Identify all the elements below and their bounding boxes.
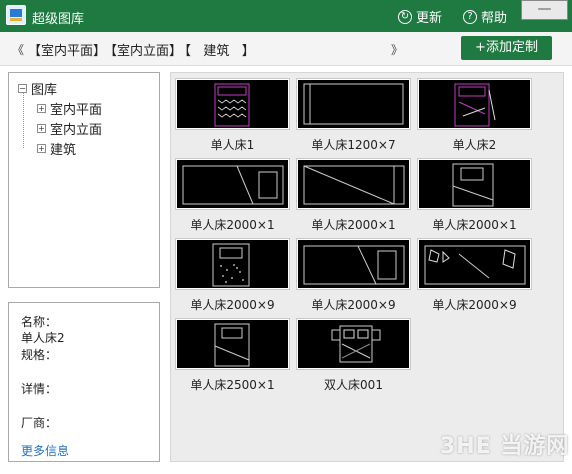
category-tab-architecture[interactable]: 【 建筑 】	[178, 40, 255, 59]
site-watermark: 3HE 当游网	[440, 434, 570, 459]
help-icon: ?	[463, 9, 477, 24]
thumbnail-image[interactable]	[175, 78, 290, 130]
thumbnail-item[interactable]: 单人床2	[417, 78, 532, 153]
spec-label: 规格：	[21, 348, 58, 362]
thumbnail-image[interactable]	[296, 238, 411, 290]
thumbnail-label: 单人床1	[210, 138, 255, 152]
thumbnail-item[interactable]: 单人床1200×7	[296, 78, 411, 153]
thumbnail-image[interactable]	[296, 78, 411, 130]
thumbnail-label: 双人床001	[324, 378, 383, 392]
thumbnail-label: 单人床2000×9	[432, 298, 517, 312]
thumbnail-image[interactable]	[417, 78, 532, 130]
thumbnail-item[interactable]: 双人床001	[296, 318, 411, 393]
name-value: 单人床2	[21, 331, 65, 345]
thumbnail-image[interactable]	[417, 238, 532, 290]
thumbnail-image[interactable]	[417, 158, 532, 210]
vendor-label: 厂商：	[21, 416, 58, 430]
tree-connector	[23, 93, 24, 148]
tree-node-label: 室内立面	[50, 123, 103, 138]
category-tab-interior-plan[interactable]: 【室内平面】	[28, 40, 106, 59]
thumbnail-item[interactable]: 单人床2500×1	[175, 318, 290, 393]
prev-page-button[interactable]: 《	[12, 41, 24, 58]
expand-icon[interactable]: +	[37, 124, 46, 133]
refresh-icon: ↻	[398, 9, 412, 24]
help-label: 帮助	[481, 11, 508, 26]
thumbnail-image[interactable]	[175, 318, 290, 370]
thumbnail-label: 单人床2000×1	[311, 218, 396, 232]
category-tree: − 图库 + 室内平面 + 室内立面 + 建筑	[8, 72, 160, 288]
thumbnail-image[interactable]	[175, 158, 290, 210]
close-button[interactable]: —	[521, 0, 568, 20]
thumbnail-label: 单人床2500×1	[190, 378, 275, 392]
tree-node-interior-elevation[interactable]: + 室内立面	[37, 119, 102, 138]
thumbnail-item[interactable]: 单人床2000×9	[417, 238, 532, 313]
tree-node-root[interactable]: − 图库	[18, 79, 57, 98]
tree-root-label: 图库	[31, 83, 58, 98]
app-icon	[6, 5, 26, 25]
thumbnail-image[interactable]	[296, 158, 411, 210]
refresh-label: 更新	[416, 11, 443, 26]
thumbnail-label: 单人床2000×1	[190, 218, 275, 232]
thumbnail-label: 单人床1200×7	[311, 138, 396, 152]
name-label: 名称：	[21, 315, 58, 329]
window-title: 超级图库	[32, 12, 85, 27]
thumbnail-label: 单人床2000×1	[432, 218, 517, 232]
help-button[interactable]: ? 帮助	[463, 7, 507, 26]
more-info-link[interactable]: 更多信息	[21, 442, 69, 459]
thumbnail-grid: 单人床1 单人床1200×7 单人床2 单人床2000×1 单人床2000×1 …	[170, 72, 564, 462]
thumbnail-image[interactable]	[296, 318, 411, 370]
thumbnail-item[interactable]: 单人床2000×9	[175, 238, 290, 313]
thumbnail-item[interactable]: 单人床2000×9	[296, 238, 411, 313]
tree-node-architecture[interactable]: + 建筑	[37, 139, 76, 158]
info-panel: 名称： 单人床2 规格： 详情： 厂商： 更多信息	[8, 302, 160, 462]
expand-icon[interactable]: +	[37, 144, 46, 153]
category-tab-interior-elevation[interactable]: 【室内立面】	[104, 40, 182, 59]
tree-node-interior-plan[interactable]: + 室内平面	[37, 99, 102, 118]
thumbnail-image[interactable]	[175, 238, 290, 290]
thumbnail-label: 单人床2	[452, 138, 497, 152]
thumbnail-item[interactable]: 单人床2000×1	[296, 158, 411, 233]
add-custom-button[interactable]: +添加定制	[461, 36, 552, 60]
thumbnail-item[interactable]: 单人床2000×1	[417, 158, 532, 233]
tree-node-label: 建筑	[50, 143, 77, 158]
collapse-icon[interactable]: −	[18, 84, 27, 93]
detail-label: 详情：	[21, 382, 58, 396]
next-page-button[interactable]: 》	[391, 41, 403, 58]
thumbnail-item[interactable]: 单人床1	[175, 78, 290, 153]
thumbnail-label: 单人床2000×9	[190, 298, 275, 312]
thumbnail-item[interactable]: 单人床2000×1	[175, 158, 290, 233]
thumbnail-label: 单人床2000×9	[311, 298, 396, 312]
expand-icon[interactable]: +	[37, 104, 46, 113]
tree-node-label: 室内平面	[50, 103, 103, 118]
refresh-button[interactable]: ↻ 更新	[398, 7, 442, 26]
title-bar: 超级图库 ↻ 更新 ? 帮助 —	[0, 0, 572, 32]
